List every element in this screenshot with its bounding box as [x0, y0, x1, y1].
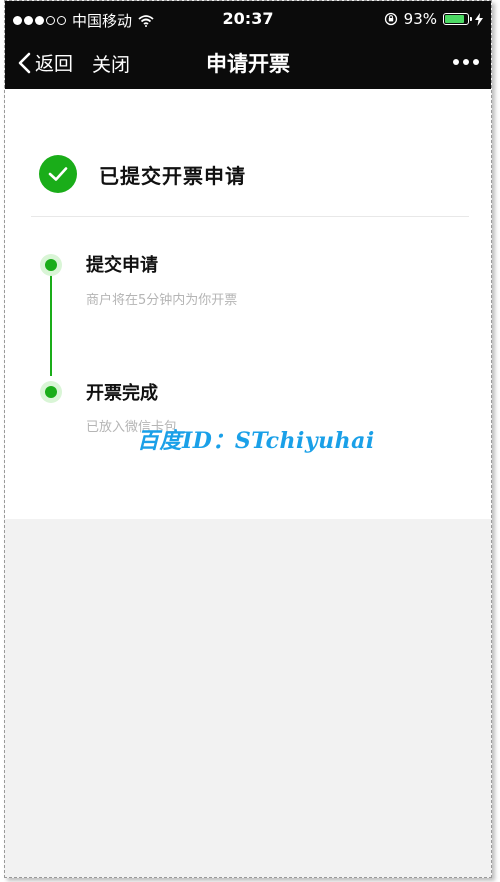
divider — [31, 216, 469, 217]
battery-percent: 93% — [403, 10, 437, 28]
page-title: 申请开票 — [206, 52, 290, 76]
more-dot — [453, 59, 459, 65]
result-title: 已提交开票申请 — [99, 163, 246, 188]
status-bar: 中国移动 20:37 93% — [5, 1, 491, 37]
more-dot — [463, 59, 469, 65]
screenshot-frame: 中国移动 20:37 93% 返回 关闭 申请开票 已提交开票申请 提交申请 商… — [4, 0, 492, 878]
result-header: 已提交开票申请 — [39, 155, 246, 193]
status-right: 93% — [384, 10, 483, 28]
check-circle-icon — [39, 155, 77, 193]
step-dot-icon — [40, 381, 62, 403]
battery-level — [445, 15, 464, 23]
battery-icon — [443, 13, 472, 25]
rotation-lock-icon — [384, 12, 397, 26]
navigation-bar: 返回 关闭 申请开票 — [5, 37, 491, 89]
more-dot — [473, 59, 479, 65]
step-title: 提交申请 — [86, 255, 158, 276]
step-subtitle: 商户将在5分钟内为你开票 — [86, 293, 238, 308]
charging-bolt-icon — [475, 12, 483, 26]
step-title: 开票完成 — [86, 383, 158, 404]
timeline-connector — [50, 272, 52, 376]
watermark-text: 百度ID：STchiyuhai — [137, 428, 375, 454]
step-dot-icon — [40, 254, 62, 276]
more-menu-button[interactable] — [453, 59, 479, 65]
